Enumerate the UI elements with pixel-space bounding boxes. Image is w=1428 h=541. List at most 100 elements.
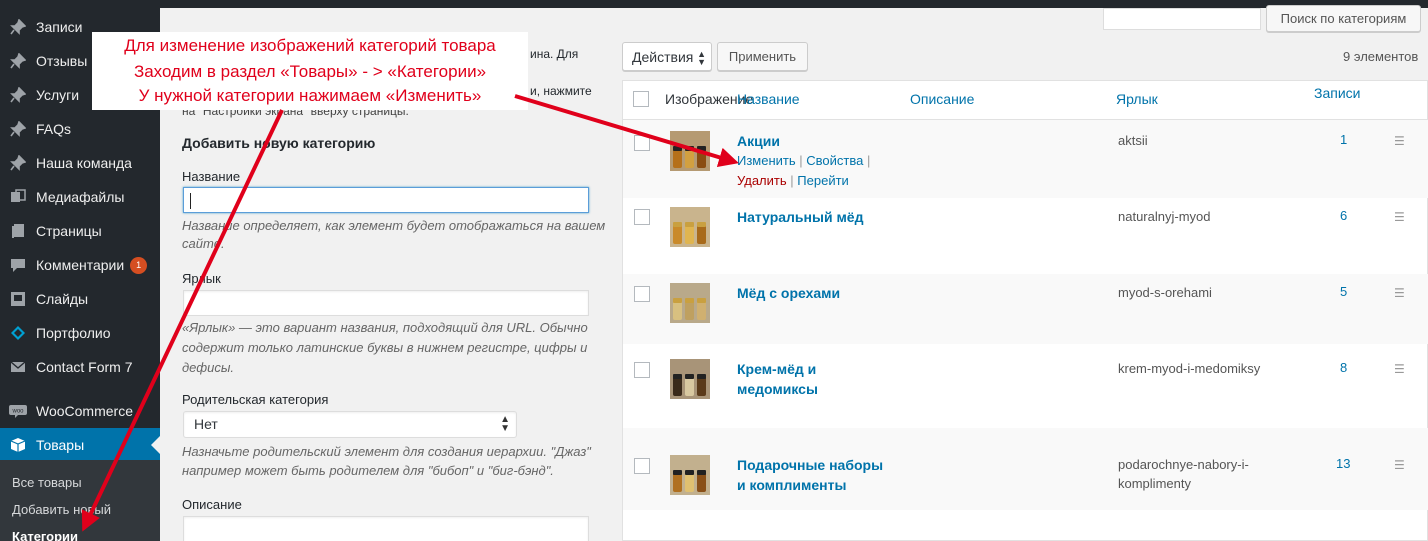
drag-handle-icon[interactable]: ☰ bbox=[1394, 210, 1405, 224]
apply-button[interactable]: Применить bbox=[717, 42, 808, 71]
sidebar-item-label: Слайды bbox=[36, 291, 89, 307]
column-description[interactable]: Описание bbox=[910, 91, 974, 107]
help-text-fragment: и, нажмите bbox=[530, 84, 592, 98]
category-count-link[interactable]: 1 bbox=[1340, 132, 1347, 147]
column-count[interactable]: Записи bbox=[1314, 85, 1360, 101]
view-link[interactable]: Перейти bbox=[797, 173, 849, 188]
category-count-link[interactable]: 8 bbox=[1340, 360, 1347, 375]
category-slug: myod-s-orehami bbox=[1118, 285, 1212, 300]
name-description: Название определяет, как элемент будет о… bbox=[182, 218, 606, 233]
description-textarea[interactable] bbox=[183, 516, 589, 541]
description-label: Описание bbox=[182, 497, 242, 512]
bulk-actions-value: Действия bbox=[632, 48, 694, 65]
sidebar-item-label: Отзывы bbox=[36, 53, 88, 69]
column-name[interactable]: Название bbox=[737, 91, 800, 107]
sidebar-item-label: Товары bbox=[36, 437, 85, 453]
submenu-categories[interactable]: Категории bbox=[12, 529, 78, 541]
slug-input[interactable] bbox=[183, 290, 589, 316]
row-checkbox[interactable] bbox=[634, 362, 650, 378]
quick-edit-link[interactable]: Свойства bbox=[806, 153, 863, 168]
category-thumbnail bbox=[670, 359, 710, 399]
row-actions: Изменить | Свойства | bbox=[737, 153, 870, 168]
drag-handle-icon[interactable]: ☰ bbox=[1394, 458, 1405, 472]
category-count-link[interactable]: 13 bbox=[1336, 456, 1350, 471]
parent-category-select[interactable]: Нет ▲ ▼ bbox=[183, 411, 517, 438]
help-text-fragment: ина. Для bbox=[530, 47, 579, 61]
submenu-add-new[interactable]: Добавить новый bbox=[12, 502, 111, 517]
select-all-checkbox[interactable] bbox=[633, 91, 649, 107]
sidebar-item-slides[interactable]: Слайды bbox=[0, 282, 160, 316]
category-name-link[interactable]: Мёд с орехами bbox=[737, 283, 840, 303]
category-name-link[interactable]: Крем-мёд и bbox=[737, 359, 816, 379]
sidebar-item-contact-form[interactable]: Contact Form 7 bbox=[0, 350, 160, 384]
parent-description: Назначьте родительский элемент для созда… bbox=[182, 444, 591, 459]
name-input[interactable] bbox=[183, 187, 589, 213]
category-slug: podarochnye-nabory-i- bbox=[1118, 457, 1249, 472]
active-menu-pointer bbox=[151, 436, 160, 454]
drag-handle-icon[interactable]: ☰ bbox=[1394, 286, 1405, 300]
media-icon bbox=[0, 189, 36, 205]
edit-link[interactable]: Изменить bbox=[737, 153, 796, 168]
sidebar-item-portfolio[interactable]: Портфолио bbox=[0, 316, 160, 350]
search-categories-button[interactable]: Поиск по категориям bbox=[1266, 5, 1421, 32]
row-checkbox[interactable] bbox=[634, 209, 650, 225]
sidebar-item-label: Комментарии bbox=[36, 257, 125, 273]
svg-text:woo: woo bbox=[11, 409, 24, 415]
sidebar-item-label: Страницы bbox=[36, 223, 102, 239]
portfolio-icon bbox=[0, 325, 36, 341]
sidebar-item-comments[interactable]: Комментарии 1 bbox=[0, 248, 160, 282]
comments-count-badge: 1 bbox=[130, 256, 148, 274]
annotation-line: Для изменение изображений категорий това… bbox=[124, 36, 496, 55]
submenu-all-products[interactable]: Все товары bbox=[12, 475, 82, 490]
sidebar-item-label: Портфолио bbox=[36, 325, 111, 341]
annotation-callout: Для изменение изображений категорий това… bbox=[92, 32, 528, 110]
action-separator: | bbox=[790, 173, 794, 188]
category-slug: kompliment​y bbox=[1118, 476, 1191, 491]
action-separator: | bbox=[867, 153, 871, 168]
sidebar-item-team[interactable]: Наша команда bbox=[0, 146, 160, 180]
slug-label: Ярлык bbox=[182, 271, 221, 286]
sidebar-item-woocommerce[interactable]: woo WooCommerce bbox=[0, 394, 160, 428]
woocommerce-icon: woo bbox=[0, 404, 36, 418]
pin-icon bbox=[0, 87, 36, 103]
category-name-link[interactable]: медомиксы bbox=[737, 379, 818, 399]
bulk-actions-select[interactable]: Действия ▲ ▼ bbox=[622, 42, 712, 71]
products-icon bbox=[0, 437, 36, 453]
category-slug: naturalnyj-myod bbox=[1118, 209, 1211, 224]
row-checkbox[interactable] bbox=[634, 458, 650, 474]
row-checkbox[interactable] bbox=[634, 135, 650, 151]
category-slug: aktsii bbox=[1118, 133, 1148, 148]
sidebar-item-label: Contact Form 7 bbox=[36, 359, 133, 375]
sidebar-item-products[interactable]: Товары bbox=[0, 428, 160, 462]
sidebar-item-label: Наша команда bbox=[36, 155, 132, 171]
name-description: сайте. bbox=[182, 236, 225, 251]
admin-bar bbox=[0, 0, 1428, 8]
column-slug[interactable]: Ярлык bbox=[1116, 91, 1158, 107]
category-count-link[interactable]: 6 bbox=[1340, 208, 1347, 223]
category-slug: krem-myod-i-medomiksy bbox=[1118, 361, 1261, 376]
category-name-link[interactable]: Акции bbox=[737, 131, 780, 151]
delete-link[interactable]: Удалить bbox=[737, 173, 787, 188]
category-name-link[interactable]: Натуральный мёд bbox=[737, 207, 863, 227]
sidebar-item-label: Записи bbox=[36, 19, 83, 35]
action-separator: | bbox=[799, 153, 803, 168]
sidebar-item-faqs[interactable]: FAQs bbox=[0, 112, 160, 146]
category-search-input[interactable] bbox=[1103, 8, 1261, 30]
category-count-link[interactable]: 5 bbox=[1340, 284, 1347, 299]
sidebar-item-label: WooCommerce bbox=[36, 403, 133, 419]
sidebar-item-label: Медиафайлы bbox=[36, 189, 125, 205]
parent-category-value: Нет bbox=[194, 416, 218, 432]
category-name-link[interactable]: и комплименты bbox=[737, 475, 846, 495]
items-count: 9 элементов bbox=[1343, 49, 1419, 64]
drag-handle-icon[interactable]: ☰ bbox=[1394, 362, 1405, 376]
row-checkbox[interactable] bbox=[634, 286, 650, 302]
select-arrows-icon: ▲ ▼ bbox=[697, 49, 706, 67]
sidebar-item-media[interactable]: Медиафайлы bbox=[0, 180, 160, 214]
sidebar-item-pages[interactable]: Страницы bbox=[0, 214, 160, 248]
drag-handle-icon[interactable]: ☰ bbox=[1394, 134, 1405, 148]
sidebar-item-label: FAQs bbox=[36, 121, 72, 137]
row-actions: Удалить | Перейти bbox=[737, 173, 849, 188]
select-arrows-icon: ▲ ▼ bbox=[500, 414, 510, 434]
category-name-link[interactable]: Подарочные наборы bbox=[737, 455, 883, 475]
category-thumbnail bbox=[670, 207, 710, 247]
